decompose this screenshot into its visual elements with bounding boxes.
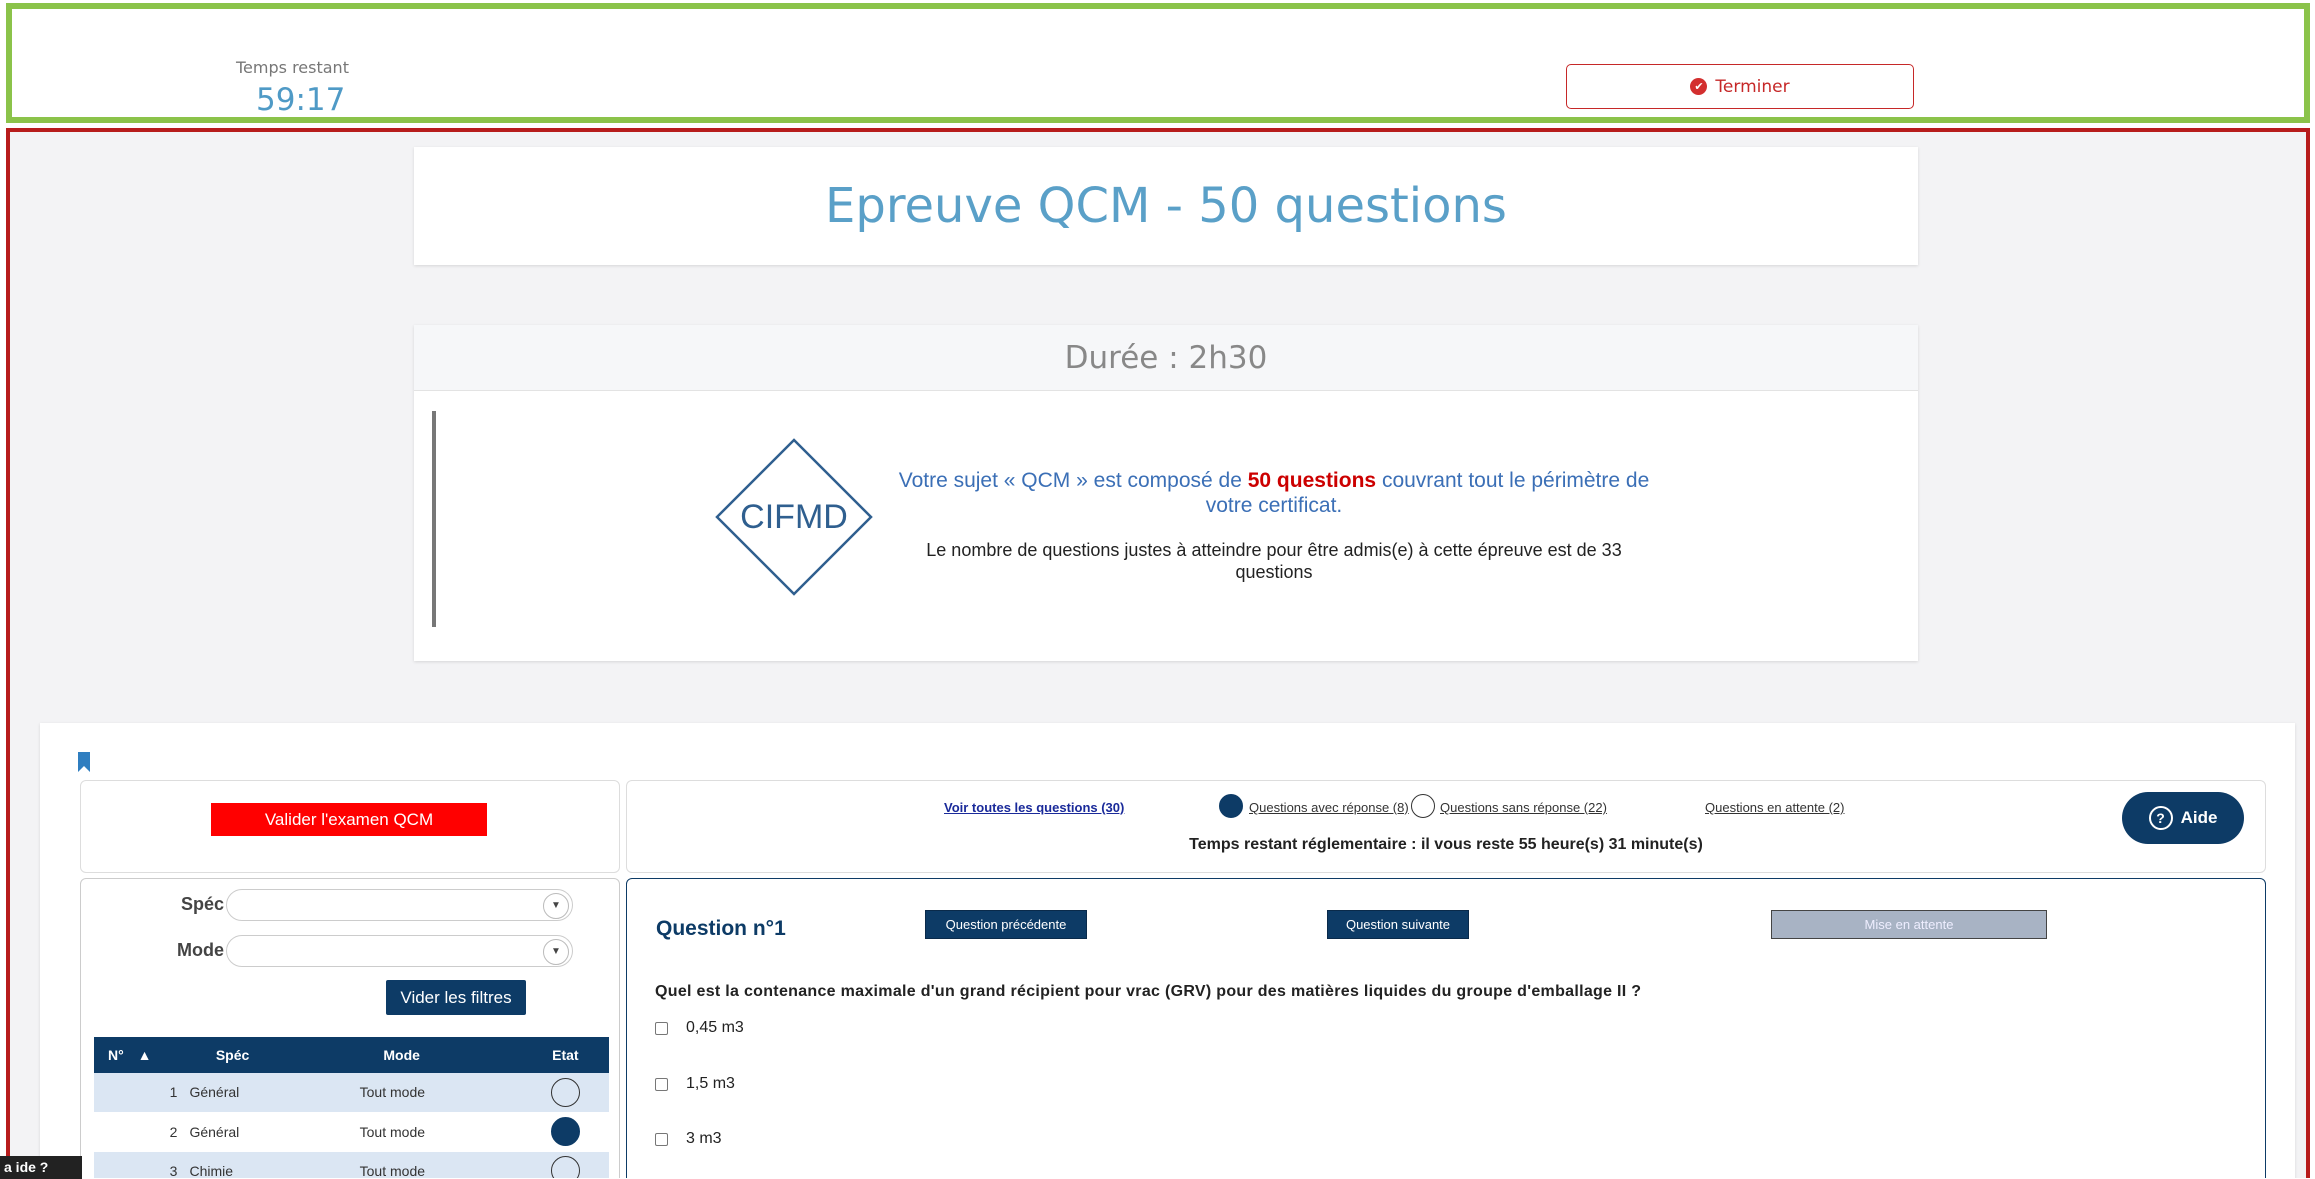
row-spec: Général <box>183 1112 282 1152</box>
row-mode: Tout mode <box>281 1151 522 1178</box>
exam-panel: Valider l'examen QCM Spéc ▼ Mode ▼ Vider… <box>40 723 2295 1178</box>
regulatory-time-remaining: Temps restant réglementaire : il vous re… <box>1189 836 1703 853</box>
help-button-label: Aide <box>2180 808 2218 827</box>
unanswered-state-icon <box>550 1156 580 1178</box>
row-state <box>521 1073 609 1113</box>
question-count: 50 questions <box>1247 469 1377 492</box>
link-all-questions[interactable]: Voir toutes les questions (30) <box>944 800 1124 815</box>
answered-state-icon <box>550 1117 580 1146</box>
timer-bar <box>6 3 2310 123</box>
answered-legend-icon <box>1219 794 1243 818</box>
filter-mode-label: Mode <box>177 940 224 960</box>
divider <box>432 411 436 627</box>
answer-label: 0,45 m3 <box>686 1019 744 1036</box>
row-num: 3 <box>94 1151 184 1178</box>
next-question-button[interactable]: Question suivante <box>1327 910 1469 939</box>
validate-panel: Valider l'examen QCM <box>80 780 620 873</box>
cifmd-logo: CIFMD <box>715 438 873 596</box>
help-icon: ? <box>2148 806 2173 830</box>
clear-filters-button[interactable]: Vider les filtres <box>386 980 526 1015</box>
row-state <box>521 1112 609 1152</box>
timer-label: Temps restant <box>236 58 349 77</box>
chevron-down-icon: ▼ <box>543 939 569 965</box>
exam-info-card: Durée : 2h30 CIFMD Votre sujet « QCM » e… <box>414 325 1918 661</box>
finish-button[interactable]: ✔ Terminer <box>1566 64 1914 109</box>
help-button[interactable]: ? Aide <box>2122 792 2244 844</box>
col-num-label: N° <box>107 1047 124 1063</box>
filter-mode-select[interactable]: ▼ <box>226 935 573 967</box>
col-state[interactable]: Etat <box>521 1037 609 1073</box>
validate-exam-button[interactable]: Valider l'examen QCM <box>211 803 487 836</box>
finish-button-label: Terminer <box>1715 76 1790 97</box>
question-filter-nav: Voir toutes les questions (30) Questions… <box>626 780 2266 873</box>
row-spec: Chimie <box>183 1151 282 1178</box>
answer-checkbox[interactable] <box>655 1021 668 1035</box>
answer-option[interactable]: 3 m3 <box>655 1130 722 1148</box>
col-num[interactable]: N° <box>94 1037 138 1073</box>
unanswered-state-icon <box>550 1077 580 1107</box>
filter-spec-select[interactable]: ▼ <box>226 889 573 921</box>
exam-main-area: Epreuve QCM - 50 questions Durée : 2h30 … <box>6 128 2310 1178</box>
pass-threshold: Le nombre de questions justes à atteindr… <box>926 540 1622 582</box>
row-mode: Tout mode <box>281 1112 522 1152</box>
answer-option[interactable]: 0,45 m3 <box>655 1019 744 1037</box>
bookmark-icon[interactable] <box>76 752 92 772</box>
question-title: Question n°1 <box>656 917 786 940</box>
row-num: 1 <box>94 1073 184 1113</box>
help-tab[interactable]: a ide ? <box>0 1156 82 1179</box>
answer-label: 1,5 m3 <box>686 1075 735 1092</box>
row-num: 2 <box>94 1112 184 1152</box>
row-spec: Général <box>183 1073 282 1113</box>
unanswered-legend-icon <box>1411 794 1435 818</box>
answer-label: 3 m3 <box>686 1130 722 1147</box>
question-text: Quel est la contenance maximale d'un gra… <box>655 983 1642 1000</box>
exam-description: Votre sujet « QCM » est composé de 50 qu… <box>894 468 1654 518</box>
link-pending-questions[interactable]: Questions en attente (2) <box>1705 800 1844 815</box>
answer-option[interactable]: 1,5 m3 <box>655 1075 735 1093</box>
logo-text: CIFMD <box>740 498 848 536</box>
table-row[interactable]: 3 Chimie Tout mode <box>94 1151 609 1178</box>
exam-duration: Durée : 2h30 <box>414 325 1918 391</box>
filter-spec-label: Spéc <box>181 894 225 914</box>
filters-panel: Spéc ▼ Mode ▼ Vider les filtres N° ▲ Spé… <box>80 878 620 1178</box>
col-spec[interactable]: Spéc <box>183 1037 282 1073</box>
question-table: N° ▲ Spéc Mode Etat 1 Général Tout mode <box>94 1037 609 1178</box>
answer-checkbox[interactable] <box>655 1077 668 1091</box>
link-unanswered-questions[interactable]: Questions sans réponse (22) <box>1440 800 1607 815</box>
check-circle-icon: ✔ <box>1690 78 1708 95</box>
row-mode: Tout mode <box>281 1073 522 1113</box>
mark-pending-button[interactable]: Mise en attente <box>1771 910 2047 939</box>
sort-asc-icon[interactable]: ▲ <box>137 1037 184 1073</box>
exam-description-pre: Votre sujet « QCM » est composé de <box>898 469 1248 492</box>
timer-value: 59:17 <box>256 82 346 118</box>
chevron-down-icon: ▼ <box>543 893 569 919</box>
previous-question-button[interactable]: Question précédente <box>925 910 1087 939</box>
question-panel: Question n°1 Question précédente Questio… <box>626 878 2266 1178</box>
page-title: Epreuve QCM - 50 questions <box>825 178 1507 234</box>
link-answered-questions[interactable]: Questions avec réponse (8) <box>1249 800 1409 815</box>
table-row[interactable]: 1 Général Tout mode <box>94 1073 609 1113</box>
col-mode[interactable]: Mode <box>281 1037 522 1073</box>
table-row[interactable]: 2 Général Tout mode <box>94 1112 609 1152</box>
answer-checkbox[interactable] <box>655 1132 668 1146</box>
row-state <box>521 1151 609 1178</box>
title-card: Epreuve QCM - 50 questions <box>414 147 1918 265</box>
